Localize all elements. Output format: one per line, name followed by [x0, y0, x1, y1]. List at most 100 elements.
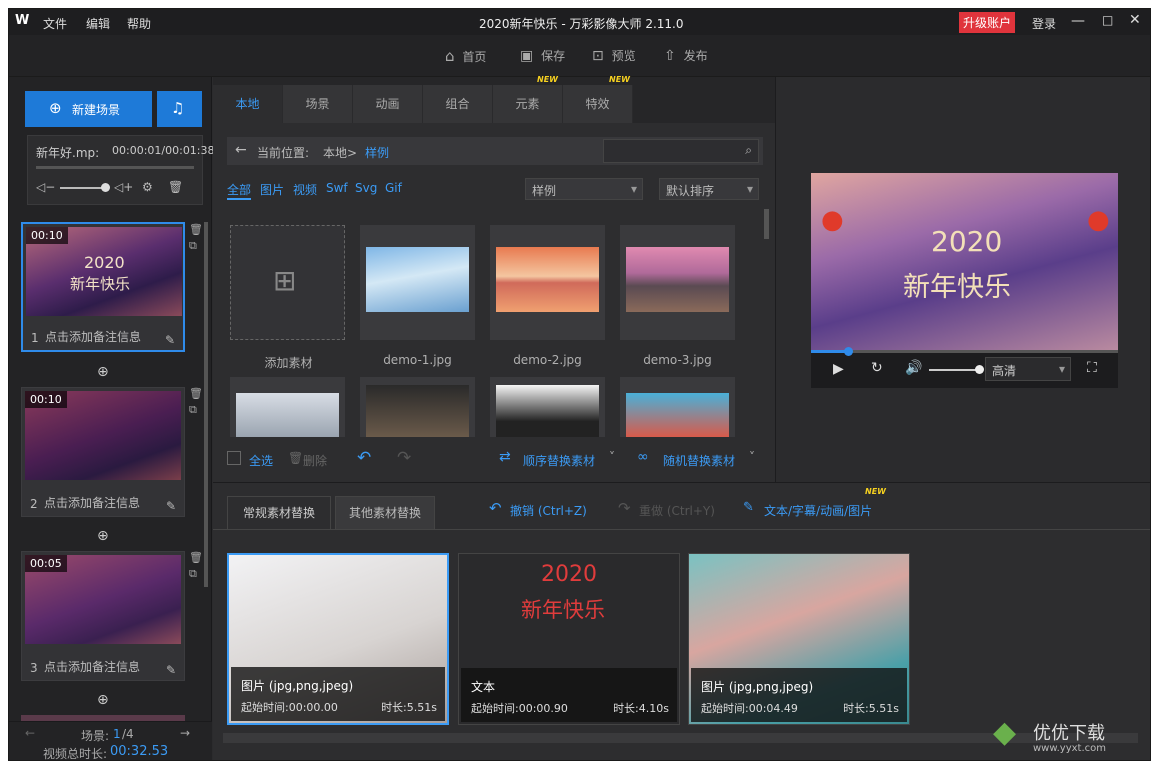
copy-scene-icon[interactable]: ⧉ [189, 239, 197, 253]
seek-handle[interactable] [843, 347, 853, 356]
prev-scene-icon[interactable]: ← [25, 726, 35, 740]
scene-index: 3 [30, 661, 38, 675]
replace-card-2[interactable]: 2020 新年快乐 文本 起始时间:00:00.90 时长:4.10s [458, 553, 680, 725]
scene-note[interactable]: 点击添加备注信息 [45, 328, 141, 345]
minimize-icon[interactable]: — [1071, 13, 1085, 29]
filter-svg[interactable]: Svg [355, 181, 377, 195]
undo-button[interactable]: 撤销 (Ctrl+Z) [510, 502, 587, 519]
edit-icon[interactable]: ✎ [166, 499, 176, 513]
publish-button[interactable]: ⇧ 发布 [664, 47, 708, 64]
search-icon[interactable]: ⌕ [745, 143, 752, 158]
next-scene-icon[interactable]: → [180, 726, 190, 740]
upgrade-button[interactable]: 升级账户 [959, 12, 1016, 33]
delete-button[interactable]: 删除 [303, 452, 327, 469]
redo-icon[interactable]: ↷ [397, 448, 411, 468]
media-thumbnail [496, 247, 599, 312]
back-arrow-icon[interactable]: ← [235, 142, 247, 158]
scene-note[interactable]: 点击添加备注信息 [44, 658, 140, 675]
select-all-checkbox[interactable] [227, 451, 241, 465]
location-path[interactable]: 本地> [323, 144, 357, 161]
random-replace-button[interactable]: 随机替换素材 [663, 452, 735, 469]
filter-swf[interactable]: Swf [326, 181, 348, 195]
media-item[interactable] [360, 377, 475, 437]
tab-local[interactable]: 本地 [213, 85, 283, 123]
scene-card-3[interactable]: 00:05 3 点击添加备注信息 ✎ [21, 551, 185, 681]
gear-icon[interactable]: ⚙ [142, 180, 153, 194]
maximize-icon[interactable]: □ [1102, 13, 1113, 27]
add-scene-icon[interactable]: ⊕ [97, 528, 109, 544]
media-item[interactable]: demo-2.jpg [490, 225, 605, 367]
scene-card-1[interactable]: 2020 新年快乐 00:10 1 点击添加备注信息 ✎ [21, 222, 185, 352]
media-item[interactable]: demo-1.jpg [360, 225, 475, 367]
filter-gif[interactable]: Gif [385, 181, 402, 195]
copy-scene-icon[interactable]: ⧉ [189, 403, 197, 417]
replace-card-1[interactable]: 图片 (jpg,png,jpeg) 起始时间:00:00.00 时长:5.51s [227, 553, 449, 725]
audio-progress[interactable] [36, 166, 194, 169]
login-button[interactable]: 登录 [1032, 15, 1056, 32]
menu-edit[interactable]: 编辑 [86, 15, 110, 32]
volume-up-icon[interactable]: ◁+ [114, 180, 133, 194]
folder-select[interactable]: 样例 ▾ [525, 178, 643, 200]
trash-icon[interactable]: 🗑 [168, 180, 183, 194]
media-item[interactable] [620, 377, 735, 437]
replay-icon[interactable]: ↻ [871, 360, 883, 376]
redo-button[interactable]: 重做 (Ctrl+Y) [639, 502, 715, 519]
preview-canvas[interactable]: 2020 新年快乐 ● ● [811, 173, 1118, 350]
tab-animation[interactable]: 动画 [353, 85, 423, 123]
tab-regular-replace[interactable]: 常规素材替换 [227, 496, 331, 530]
delete-scene-icon[interactable]: 🗑 [189, 551, 203, 564]
quality-select[interactable]: 高清 ▾ [985, 357, 1071, 381]
music-list-button[interactable]: ♫ [157, 91, 202, 127]
select-all-label[interactable]: 全选 [249, 452, 273, 469]
copy-scene-icon[interactable]: ⧉ [189, 567, 197, 581]
edit-icon[interactable]: ✎ [165, 333, 175, 347]
add-scene-icon[interactable]: ⊕ [97, 692, 109, 708]
scene-card-2[interactable]: 00:10 2 点击添加备注信息 ✎ [21, 387, 185, 517]
tab-other-replace[interactable]: 其他素材替换 [335, 496, 435, 530]
media-item[interactable] [490, 377, 605, 437]
delete-scene-icon[interactable]: 🗑 [189, 223, 203, 236]
chevron-down-icon[interactable]: ˅ [609, 450, 615, 464]
volume-handle[interactable] [101, 183, 110, 192]
tab-group[interactable]: 组合 [423, 85, 493, 123]
scene-note[interactable]: 点击添加备注信息 [44, 494, 140, 511]
volume-icon[interactable]: 🔊 [905, 360, 922, 376]
fullscreen-icon[interactable]: ⛶ [1087, 360, 1097, 376]
filter-image[interactable]: 图片 [260, 181, 284, 198]
delete-scene-icon[interactable]: 🗑 [189, 387, 203, 400]
library-scrollbar[interactable] [764, 209, 769, 239]
seek-bar[interactable] [811, 350, 1118, 353]
yyxt-logo-icon: ◆ [993, 715, 1017, 750]
preview-button[interactable]: ⊡ 预览 [592, 47, 636, 64]
add-media-tile[interactable]: ⊞ 添加素材 [230, 225, 345, 370]
play-icon[interactable]: ▶ [833, 361, 844, 377]
volume-slider[interactable] [60, 187, 105, 189]
sort-select[interactable]: 默认排序 ▾ [659, 178, 759, 200]
chevron-down-icon[interactable]: ˅ [749, 450, 755, 464]
home-button[interactable]: ⌂ 首页 [445, 47, 486, 65]
undo-icon[interactable]: ↶ [357, 448, 371, 468]
sequential-replace-button[interactable]: 顺序替换素材 [523, 452, 595, 469]
menu-help[interactable]: 帮助 [127, 15, 151, 32]
filter-all[interactable]: 全部 [227, 181, 252, 200]
edit-icon[interactable]: ✎ [166, 663, 176, 677]
tab-effects[interactable]: 特效 [563, 85, 633, 123]
replace-card-3[interactable]: 图片 (jpg,png,jpeg) 起始时间:00:04.49 时长:5.51s [688, 553, 910, 725]
filter-video[interactable]: 视频 [293, 181, 317, 198]
new-scene-button[interactable]: ⊕ 新建场景 [25, 91, 152, 127]
tab-scene[interactable]: 场景 [283, 85, 353, 123]
media-item[interactable]: demo-3.jpg [620, 225, 735, 367]
scene-scrollbar[interactable] [204, 222, 208, 587]
volume-slider[interactable] [929, 369, 979, 371]
tab-elements[interactable]: 元素 [493, 85, 563, 123]
save-button[interactable]: ▣ 保存 [520, 47, 565, 64]
volume-down-icon[interactable]: ◁− [36, 180, 55, 194]
close-icon[interactable]: ✕ [1129, 12, 1141, 28]
menu-file[interactable]: 文件 [43, 15, 67, 32]
volume-handle[interactable] [975, 365, 984, 374]
filter-bar: 全部 图片 视频 Swf Svg Gif [227, 181, 527, 200]
search-input[interactable]: ⌕ [603, 139, 759, 163]
text-edit-button[interactable]: 文本/字幕/动画/图片 [764, 502, 872, 519]
add-scene-icon[interactable]: ⊕ [97, 364, 109, 380]
media-item[interactable] [230, 377, 345, 437]
